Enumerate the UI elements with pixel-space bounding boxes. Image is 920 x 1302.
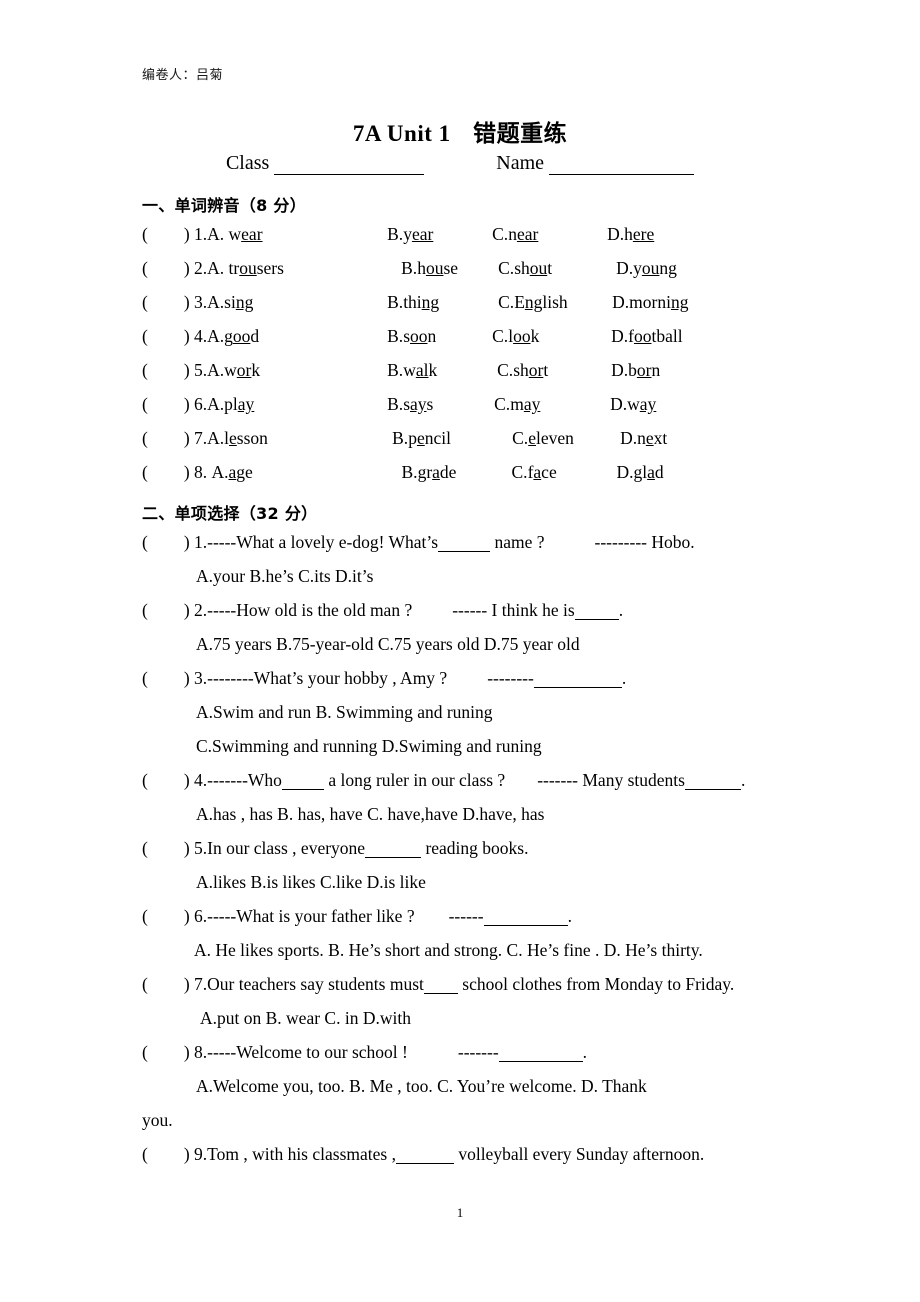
pron-option-c[interactable]: C.English	[498, 293, 612, 312]
answer-bracket[interactable]: ()	[142, 293, 194, 312]
pron-option-c[interactable]: C.eleven	[512, 429, 620, 448]
answer-bracket[interactable]: ()	[142, 463, 194, 482]
answer-bracket[interactable]: ()	[142, 361, 194, 380]
answer-blank[interactable]	[498, 1044, 583, 1062]
answer-bracket[interactable]: ()	[142, 907, 194, 926]
mc-question-3-stem: () 3.--------What’s your hobby , Amy ? ---…	[142, 668, 627, 689]
answer-bracket[interactable]: ()	[142, 259, 194, 278]
pron-option-c[interactable]: C.look	[492, 327, 611, 346]
author-label: 编卷人：吕菊	[142, 68, 224, 83]
answer-bracket[interactable]: ()	[142, 771, 194, 790]
pron-option-d[interactable]: D.morning	[612, 293, 688, 312]
pron-option-d[interactable]: D.glad	[617, 463, 664, 482]
pron-option-a[interactable]: A. trousers	[207, 259, 401, 278]
answer-blank[interactable]	[438, 534, 491, 552]
pron-option-b[interactable]: B.says	[387, 395, 494, 414]
pron-option-a[interactable]: A.work	[207, 361, 387, 380]
answer-blank[interactable]	[395, 1146, 454, 1164]
mc-question-5-options[interactable]: A.likes B.is likes C.like D.is like	[196, 873, 426, 892]
mc-question-2-options[interactable]: A.75 years B.75-year-old C.75 years old …	[196, 635, 580, 654]
answer-bracket[interactable]: ()	[142, 1043, 194, 1062]
mc-question-4-options[interactable]: A.has , has B. has, have C. have,have D.…	[196, 805, 544, 824]
mc-question-1-options[interactable]: A.your B.he’s C.its D.it’s	[196, 567, 373, 586]
pron-question-2: () 2.A. trousers B.house C.shout D.young	[142, 258, 677, 278]
pron-question-8: () 8. A.age B.grade C.face D.glad	[142, 462, 664, 482]
pron-option-d[interactable]: D.football	[611, 327, 682, 346]
mc-question-7-options[interactable]: A.put on B. wear C. in D.with	[200, 1009, 411, 1028]
pron-option-d[interactable]: D.here	[607, 225, 654, 244]
pron-option-a[interactable]: A.good	[207, 327, 387, 346]
pron-option-c[interactable]: C.shout	[498, 259, 616, 278]
answer-bracket[interactable]: ()	[142, 1145, 194, 1164]
pron-option-a[interactable]: A.lesson	[207, 429, 392, 448]
pron-option-d[interactable]: D.born	[611, 361, 660, 380]
answer-blank[interactable]	[533, 670, 622, 688]
pron-option-b[interactable]: B.thing	[387, 293, 498, 312]
pron-option-b[interactable]: B.soon	[387, 327, 492, 346]
page-title: 7A Unit 1 错题重练	[0, 114, 920, 148]
page-title-cn: 错题重练	[473, 121, 568, 147]
pron-question-1: () 1.A. wear B.year C.near D.here	[142, 224, 655, 244]
mc-question-9-stem: () 9.Tom , with his classmates , volleyba…	[142, 1144, 705, 1165]
answer-blank[interactable]	[483, 908, 568, 926]
pron-option-b[interactable]: B.grade	[402, 463, 512, 482]
pron-question-4: () 4.A.good B.soon C.look D.football	[142, 326, 683, 346]
mc-question-3-options-row2[interactable]: C.Swimming and running D.Swiming and run…	[196, 737, 542, 756]
mc-question-3-options-row1[interactable]: A.Swim and run B. Swimming and runing	[196, 703, 493, 722]
pron-option-a[interactable]: A.age	[212, 463, 402, 482]
class-label: Class	[225, 152, 270, 174]
answer-blank[interactable]	[423, 976, 458, 994]
section-heading-2: 二、单项选择（32 分）	[142, 504, 318, 523]
pron-option-b[interactable]: B.year	[387, 225, 492, 244]
pron-option-d[interactable]: D.next	[620, 429, 667, 448]
mc-question-8-options[interactable]: A.Welcome you, too. B. Me , too. C. You’…	[196, 1077, 647, 1096]
pron-option-c[interactable]: C.near	[492, 225, 607, 244]
pron-option-a[interactable]: A. wear	[207, 225, 387, 244]
pron-question-3: () 3.A.sing B.thing C.English D.morning	[142, 292, 689, 312]
answer-bracket[interactable]: ()	[142, 669, 194, 688]
answer-bracket[interactable]: ()	[142, 975, 194, 994]
page-number: 1	[456, 1205, 464, 1220]
name-input-blank[interactable]	[549, 174, 695, 175]
answer-bracket[interactable]: ()	[142, 225, 194, 244]
mc-question-8-options-overflow[interactable]: you.	[142, 1111, 173, 1130]
mc-question-2-stem: () 2.-----How old is the old man ? ------ …	[142, 600, 624, 621]
mc-question-4-stem: () 4.-------Who a long ruler in our class…	[142, 770, 746, 791]
pron-option-a[interactable]: A.play	[207, 395, 387, 414]
worksheet-page: 编卷人：吕菊 7A Unit 1 错题重练 Class Name 一、单词辨音（…	[0, 0, 920, 1302]
answer-bracket[interactable]: ()	[142, 839, 194, 858]
answer-bracket[interactable]: ()	[142, 601, 194, 620]
answer-bracket[interactable]: ()	[142, 395, 194, 414]
pron-option-d[interactable]: D.young	[616, 259, 677, 278]
pron-option-a[interactable]: A.sing	[207, 293, 387, 312]
answer-bracket[interactable]: ()	[142, 327, 194, 346]
class-input-blank[interactable]	[274, 174, 425, 175]
answer-blank[interactable]	[574, 602, 619, 620]
pron-option-b[interactable]: B.walk	[387, 361, 497, 380]
mc-question-6-options[interactable]: A. He likes sports. B. He’s short and st…	[194, 941, 703, 960]
answer-blank[interactable]	[684, 772, 741, 790]
pron-question-6: () 6.A.play B.says C.may D.way	[142, 394, 657, 414]
answer-bracket[interactable]: ()	[142, 533, 194, 552]
answer-blank[interactable]	[365, 840, 422, 858]
mc-question-6-stem: () 6.-----What is your father like ? -----…	[142, 906, 572, 927]
page-title-en: 7A Unit 1	[352, 121, 451, 146]
pron-option-c[interactable]: C.may	[494, 395, 610, 414]
pron-option-b[interactable]: B.pencil	[392, 429, 512, 448]
pron-option-c[interactable]: C.face	[512, 463, 617, 482]
section-heading-1: 一、单词辨音（8 分）	[142, 196, 307, 215]
answer-bracket[interactable]: ()	[142, 429, 194, 448]
answer-blank[interactable]	[281, 772, 324, 790]
pron-option-d[interactable]: D.way	[610, 395, 656, 414]
mc-question-5-stem: () 5.In our class , everyone reading book…	[142, 838, 529, 859]
mc-question-8-stem: () 8.-----Welcome to our school ! -------.	[142, 1042, 588, 1063]
pron-question-7: () 7.A.lesson B.pencil C.eleven D.next	[142, 428, 668, 448]
pron-option-b[interactable]: B.house	[401, 259, 498, 278]
pron-question-5: () 5.A.work B.walk C.short D.born	[142, 360, 661, 380]
name-label: Name	[496, 152, 545, 174]
pron-option-c[interactable]: C.short	[497, 361, 611, 380]
mc-question-1-stem: () 1.-----What a lovely e-dog! What’s nam…	[142, 532, 695, 553]
student-info-row: Class Name	[0, 152, 920, 175]
mc-question-7-stem: () 7.Our teachers say students must schoo…	[142, 974, 735, 995]
